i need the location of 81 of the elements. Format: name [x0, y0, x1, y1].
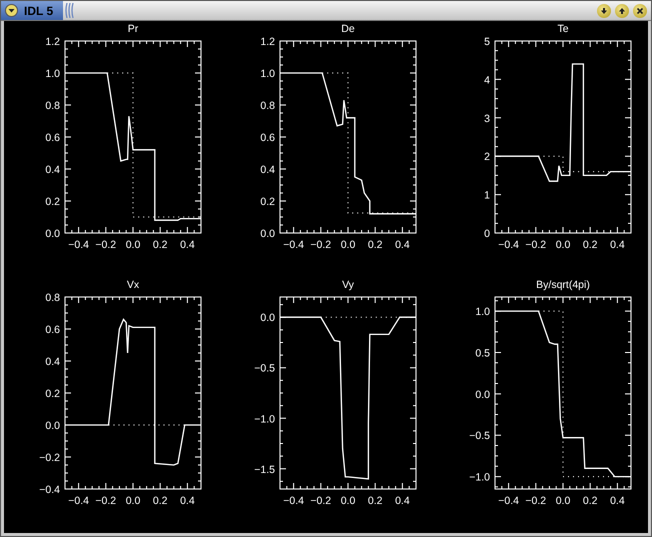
window-title: IDL 5	[24, 4, 54, 18]
chart-title: By/sqrt(4pi)	[536, 279, 590, 291]
tick-label: 0.4	[260, 164, 275, 176]
tick-label: 0.5	[475, 347, 490, 360]
tick-label: 1.2	[260, 36, 275, 48]
tick-label: 0.0	[556, 239, 570, 251]
close-icon	[636, 6, 644, 14]
up-arrow-icon	[618, 6, 626, 14]
close-button[interactable]	[633, 4, 647, 18]
tick-label: 0.8	[260, 100, 275, 112]
tick-label: 0.2	[45, 388, 60, 400]
tick-label: 1.0	[45, 68, 60, 80]
tick-label: −0.5	[254, 362, 275, 375]
tick-label: 0	[484, 228, 490, 240]
tick-label: −0.2	[525, 239, 546, 251]
tick-label: −0.2	[525, 495, 546, 507]
tick-label: 0.0	[260, 228, 275, 240]
tick-label: 0.4	[45, 164, 60, 176]
tick-label: 0.2	[368, 495, 382, 507]
tick-label: 0.2	[45, 196, 60, 208]
tick-label: −0.5	[469, 430, 490, 442]
tick-label: 1.2	[45, 36, 60, 48]
tick-label: −1.5	[254, 464, 275, 476]
tick-label: 0.0	[340, 495, 356, 507]
tick-label: 0.4	[180, 495, 195, 507]
tick-label: 1	[484, 190, 490, 202]
tick-label: 0.4	[395, 239, 410, 251]
tick-label: 0.2	[368, 239, 382, 251]
tick-label: −0.2	[95, 495, 116, 507]
menu-icon[interactable]	[5, 4, 18, 17]
tick-label: −1.0	[254, 413, 275, 426]
chart-title: Te	[557, 23, 569, 35]
tick-label: −0.2	[310, 239, 332, 251]
tick-label: −0.4	[68, 239, 89, 251]
tick-label: −0.4	[498, 495, 519, 507]
tick-label: −0.2	[95, 239, 116, 251]
tick-label: 1.0	[475, 306, 490, 318]
down-arrow-icon	[600, 6, 608, 14]
tick-label: 0.4	[395, 495, 410, 507]
tick-label: 5	[484, 36, 490, 48]
minimize-button[interactable]	[597, 4, 611, 18]
tick-label: 0.0	[126, 495, 140, 507]
tick-label: 0.8	[45, 100, 60, 112]
tick-label: 0.4	[180, 239, 195, 251]
tick-label: −0.4	[68, 495, 89, 507]
tick-label: −0.2	[310, 495, 332, 507]
tick-label: 0.0	[340, 239, 356, 251]
tick-label: 0.2	[582, 239, 598, 251]
tick-label: −1.0	[469, 472, 490, 484]
tick-label: 4	[484, 74, 490, 86]
tick-label: 0.6	[45, 324, 60, 336]
tick-label: 2	[484, 151, 490, 164]
tick-label: 0.6	[45, 132, 60, 144]
tick-label: 0.4	[610, 239, 625, 251]
tick-label: 0.4	[610, 495, 625, 507]
tick-label: 0.2	[152, 495, 168, 507]
chart-title: Vy	[342, 279, 354, 291]
tick-label: 0.0	[45, 420, 60, 432]
grip-icon	[65, 3, 76, 18]
tick-label: 0.2	[582, 495, 598, 507]
tick-label: 0.0	[126, 239, 140, 251]
chart-title: Pr	[128, 23, 138, 35]
tick-label: −0.4	[498, 239, 519, 251]
tick-label: −0.2	[39, 452, 60, 464]
tick-label: 0.0	[475, 388, 490, 401]
tick-label: 0.8	[45, 292, 60, 304]
tick-label: 0.0	[45, 228, 60, 240]
tick-label: 0.0	[556, 495, 570, 507]
maximize-button[interactable]	[615, 4, 629, 18]
tick-label: −0.4	[39, 484, 60, 496]
chart-title: De	[341, 23, 355, 35]
tick-label: 0.6	[260, 132, 275, 144]
chart-title: Vx	[126, 279, 140, 291]
tick-label: 0.2	[260, 196, 275, 208]
tick-label: 0.4	[45, 356, 60, 368]
tick-label: −0.4	[283, 239, 304, 251]
tick-label: 3	[484, 112, 490, 125]
tick-label: 1.0	[260, 68, 275, 80]
tick-label: 0.2	[152, 239, 168, 251]
tick-label: 0.0	[260, 312, 275, 324]
tick-label: −0.4	[283, 495, 304, 507]
